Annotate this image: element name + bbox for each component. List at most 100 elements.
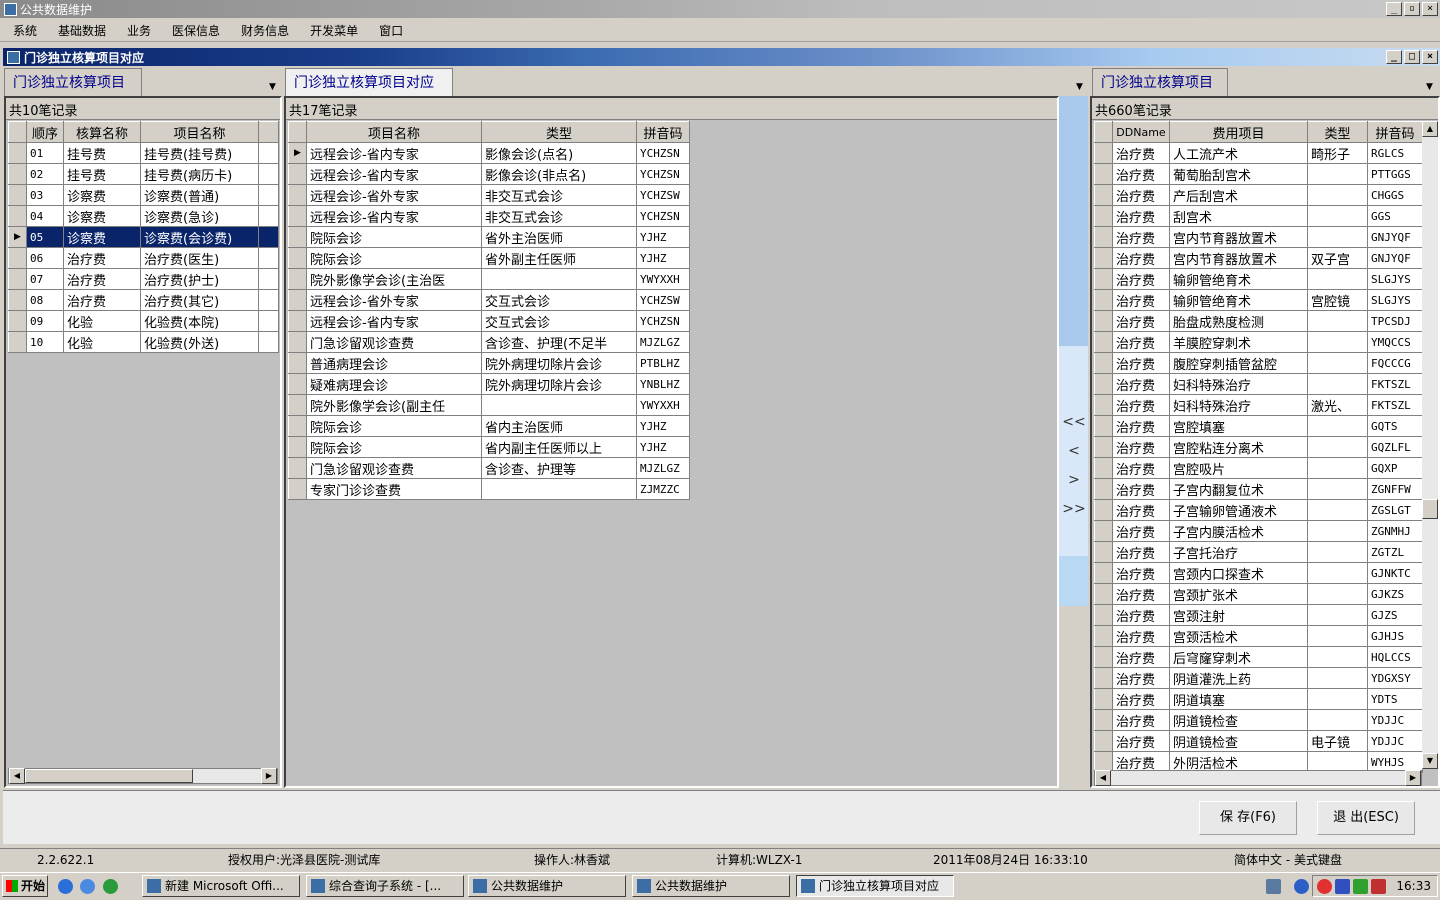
row-indicator[interactable] bbox=[8, 247, 27, 269]
left-scroll-right-icon[interactable]: ▶ bbox=[261, 768, 277, 784]
table-row[interactable]: 治疗费 子宫内膜活检术 ZGNMHJ bbox=[1094, 520, 1423, 542]
menu-insurance[interactable]: 医保信息 bbox=[159, 22, 228, 39]
network-icon[interactable] bbox=[1266, 879, 1281, 894]
row-indicator[interactable]: ▶ bbox=[8, 226, 27, 248]
row-indicator[interactable] bbox=[1094, 289, 1113, 311]
row-indicator[interactable] bbox=[288, 289, 307, 311]
table-row[interactable]: 远程会诊-省外专家 非交互式会诊 YCHZSW bbox=[288, 184, 690, 206]
move-all-right-button[interactable]: >> bbox=[1062, 501, 1086, 517]
right-scroll-right-icon[interactable]: ▶ bbox=[1405, 770, 1421, 786]
right-col-pinyin[interactable]: 拼音码 bbox=[1367, 121, 1423, 143]
right-vscroll-thumb[interactable] bbox=[1422, 499, 1438, 519]
table-row[interactable]: 治疗费 葡萄胎刮宫术 PTTGGS bbox=[1094, 163, 1423, 185]
row-indicator[interactable] bbox=[1094, 394, 1113, 416]
table-row[interactable]: 04 诊察费 诊察费(急诊) bbox=[8, 205, 279, 227]
quicklaunch-icon[interactable] bbox=[103, 879, 118, 894]
menu-base-data[interactable]: 基础数据 bbox=[45, 22, 114, 39]
table-row[interactable]: 08 治疗费 治疗费(其它) bbox=[8, 289, 279, 311]
child-maximize-button[interactable]: □ bbox=[1404, 50, 1420, 64]
row-indicator[interactable] bbox=[8, 268, 27, 290]
row-indicator[interactable] bbox=[288, 352, 307, 374]
row-indicator[interactable] bbox=[1094, 226, 1113, 248]
taskbar-item-public-data-2[interactable]: 公共数据维护 bbox=[632, 875, 790, 897]
row-indicator[interactable] bbox=[1094, 184, 1113, 206]
menu-finance[interactable]: 财务信息 bbox=[228, 22, 297, 39]
row-indicator[interactable] bbox=[288, 310, 307, 332]
tab-left-items[interactable]: 门诊独立核算项目 bbox=[4, 68, 142, 96]
row-indicator[interactable] bbox=[1094, 667, 1113, 689]
table-row[interactable]: 治疗费 人工流产术 畸形子 RGLCS bbox=[1094, 142, 1423, 164]
right-col-type[interactable]: 类型 bbox=[1307, 121, 1368, 143]
row-indicator[interactable] bbox=[1094, 604, 1113, 626]
tab-middle-mapping[interactable]: 门诊独立核算项目对应 bbox=[285, 68, 453, 96]
row-indicator[interactable] bbox=[1094, 247, 1113, 269]
middle-col-pinyin[interactable]: 拼音码 bbox=[636, 121, 690, 143]
menu-window[interactable]: 窗口 bbox=[366, 22, 411, 39]
menu-dev[interactable]: 开发菜单 bbox=[297, 22, 366, 39]
row-indicator[interactable] bbox=[1094, 205, 1113, 227]
row-indicator[interactable] bbox=[1094, 583, 1113, 605]
taskbar-item-mapping[interactable]: 门诊独立核算项目对应 bbox=[796, 875, 954, 897]
tab-right-items[interactable]: 门诊独立核算项目 bbox=[1092, 68, 1228, 96]
left-dropdown-arrow-icon[interactable]: ▼ bbox=[269, 82, 276, 92]
outlook-icon[interactable] bbox=[80, 879, 95, 894]
table-row[interactable]: 院外影像学会诊(副主任 YWYXXH bbox=[288, 394, 690, 416]
table-row[interactable]: 治疗费 输卵管绝育术 SLGJYS bbox=[1094, 268, 1423, 290]
row-indicator[interactable] bbox=[288, 436, 307, 458]
table-row[interactable]: 治疗费 阴道灌洗上药 YDGXSY bbox=[1094, 667, 1423, 689]
table-row[interactable]: 院际会诊 省内主治医师 YJHZ bbox=[288, 415, 690, 437]
table-row[interactable]: 远程会诊-省内专家 影像会诊(非点名) YCHZSN bbox=[288, 163, 690, 185]
menu-system[interactable]: 系统 bbox=[0, 22, 45, 39]
taskbar-item-public-data-1[interactable]: 公共数据维护 bbox=[468, 875, 626, 897]
child-close-button[interactable]: × bbox=[1422, 50, 1438, 64]
volume-icon[interactable] bbox=[1371, 879, 1386, 894]
table-row[interactable]: 治疗费 输卵管绝育术 宫腔镜 SLGJYS bbox=[1094, 289, 1423, 311]
row-indicator[interactable] bbox=[8, 184, 27, 206]
table-row[interactable]: 院际会诊 省外主治医师 YJHZ bbox=[288, 226, 690, 248]
table-row[interactable]: 治疗费 胎盘成熟度检测 TPCSDJ bbox=[1094, 310, 1423, 332]
table-row[interactable]: 01 挂号费 挂号费(挂号费) bbox=[8, 142, 279, 164]
row-indicator[interactable] bbox=[1094, 478, 1113, 500]
save-button[interactable]: 保 存(F6) bbox=[1199, 801, 1297, 835]
table-row[interactable]: 07 治疗费 治疗费(护士) bbox=[8, 268, 279, 290]
move-right-button[interactable]: > bbox=[1062, 472, 1086, 488]
move-left-button[interactable]: < bbox=[1062, 443, 1086, 459]
table-row[interactable]: 治疗费 刮宫术 GGS bbox=[1094, 205, 1423, 227]
start-button[interactable]: 开始 bbox=[2, 875, 48, 897]
right-hscrollbar[interactable]: ◀ ▶ bbox=[1094, 770, 1422, 786]
row-indicator[interactable] bbox=[1094, 373, 1113, 395]
right-col-fee-item[interactable]: 费用项目 bbox=[1169, 121, 1308, 143]
qq-icon[interactable] bbox=[1317, 879, 1332, 894]
taskbar-item-query[interactable]: 综合查询子系统 - [... bbox=[306, 875, 464, 897]
table-row[interactable]: 治疗费 宫腔吸片 GQXP bbox=[1094, 457, 1423, 479]
row-indicator[interactable] bbox=[288, 478, 307, 500]
move-all-left-button[interactable]: << bbox=[1062, 414, 1086, 430]
help-icon[interactable] bbox=[1294, 879, 1309, 894]
table-row[interactable]: 院际会诊 省内副主任医师以上 YJHZ bbox=[288, 436, 690, 458]
antivirus-icon[interactable] bbox=[1353, 879, 1368, 894]
row-indicator[interactable] bbox=[8, 205, 27, 227]
row-indicator[interactable] bbox=[8, 142, 27, 164]
row-indicator[interactable] bbox=[1094, 415, 1113, 437]
row-indicator[interactable] bbox=[288, 184, 307, 206]
table-row[interactable]: 治疗费 子宫输卵管通液术 ZGSLGT bbox=[1094, 499, 1423, 521]
left-hscrollbar[interactable]: ◀ ▶ bbox=[8, 768, 278, 784]
table-row[interactable]: ▶ 05 诊察费 诊察费(会诊费) bbox=[8, 226, 279, 248]
row-indicator[interactable] bbox=[288, 268, 307, 290]
close-button[interactable]: × bbox=[1422, 2, 1438, 16]
left-col-order[interactable]: 顺序 bbox=[26, 121, 64, 143]
row-indicator[interactable] bbox=[288, 226, 307, 248]
table-row[interactable]: 疑难病理会诊 院外病理切除片会诊 YNBLHZ bbox=[288, 373, 690, 395]
middle-col-type[interactable]: 类型 bbox=[481, 121, 637, 143]
row-indicator[interactable] bbox=[8, 331, 27, 353]
row-indicator[interactable] bbox=[8, 163, 27, 185]
left-col-account-name[interactable]: 核算名称 bbox=[63, 121, 141, 143]
table-row[interactable]: 门急诊留观诊查费 含诊查、护理等 MJZLGZ bbox=[288, 457, 690, 479]
table-row[interactable]: 远程会诊-省内专家 非交互式会诊 YCHZSN bbox=[288, 205, 690, 227]
row-indicator[interactable] bbox=[1094, 730, 1113, 752]
table-row[interactable]: 治疗费 妇科特殊治疗 FKTSZL bbox=[1094, 373, 1423, 395]
row-indicator[interactable] bbox=[1094, 541, 1113, 563]
table-row[interactable]: 治疗费 宫颈内口探查术 GJNKTC bbox=[1094, 562, 1423, 584]
table-row[interactable]: 治疗费 羊膜腔穿刺术 YMQCCS bbox=[1094, 331, 1423, 353]
row-indicator[interactable] bbox=[1094, 562, 1113, 584]
